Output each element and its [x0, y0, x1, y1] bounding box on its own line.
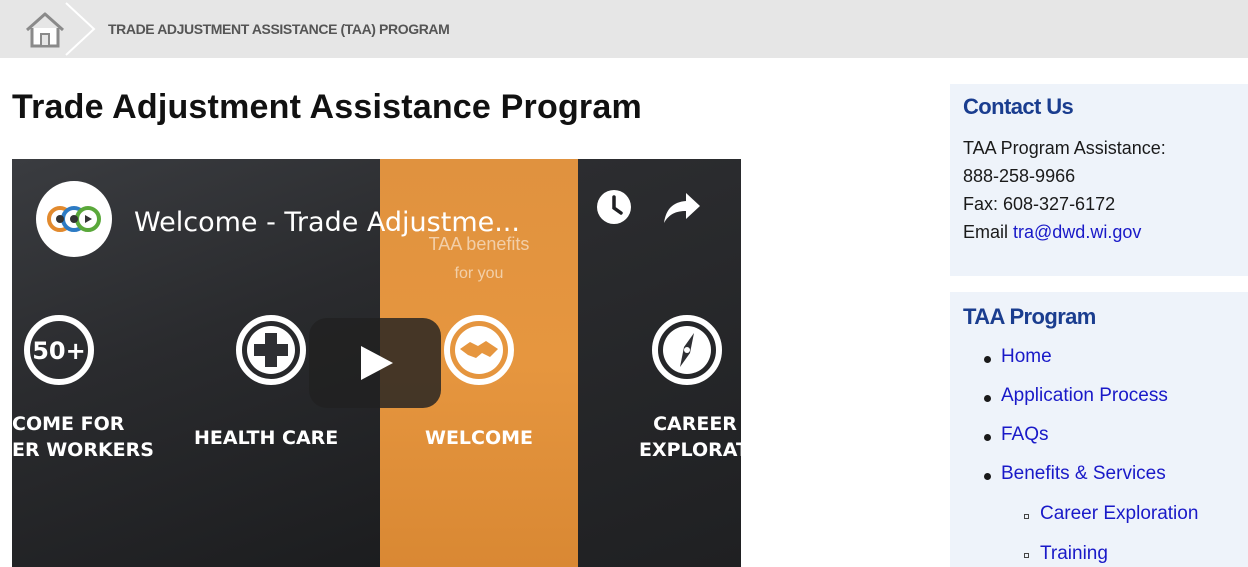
contact-email-prefix: Email	[963, 222, 1014, 242]
tile-label-line: CAREER	[653, 413, 737, 435]
breadcrumb-separator	[65, 2, 96, 56]
nav-faqs-link[interactable]: FAQs	[1001, 424, 1049, 446]
nav-benefits-services-link[interactable]: Benefits & Services	[1001, 463, 1166, 485]
play-icon	[361, 346, 393, 380]
contact-fax: Fax: 608-327-6172	[963, 194, 1116, 214]
fifty-plus-badge: 50+	[32, 337, 86, 365]
play-button[interactable]	[309, 318, 441, 408]
contact-us-heading: Contact Us	[963, 94, 1074, 119]
tile-label-line: COME FOR	[12, 413, 125, 435]
tile-career-exploration-label: CAREER EXPLORATIO	[639, 411, 741, 463]
nav-application-process-link[interactable]: Application Process	[1001, 385, 1168, 407]
share-icon[interactable]	[662, 189, 702, 225]
nav-training-link[interactable]: Training	[1040, 543, 1108, 565]
tile-health-care-label: HEALTH CARE	[194, 427, 339, 449]
nav-career-exploration-link[interactable]: Career Exploration	[1040, 503, 1198, 525]
tile-welcome-label: WELCOME	[425, 427, 534, 449]
nav-bullet	[984, 356, 991, 363]
nav-bullet	[984, 473, 991, 480]
home-link[interactable]	[22, 9, 68, 51]
compass-icon	[652, 315, 722, 385]
tile-older-workers-label: COME FOR ER WORKERS	[12, 411, 154, 463]
nav-bullet	[984, 434, 991, 441]
overlay-line-1: TAA benefits	[428, 234, 530, 254]
nav-sub-bullet	[1024, 514, 1029, 519]
breadcrumb-current: TRADE ADJUSTMENT ASSISTANCE (TAA) PROGRA…	[108, 21, 450, 37]
page-title: Trade Adjustment Assistance Program	[12, 88, 642, 126]
watch-later-icon[interactable]	[594, 187, 634, 227]
contact-phone: 888-258-9966	[963, 166, 1076, 186]
nav-bullet	[984, 395, 991, 402]
fifty-plus-icon: 50+	[24, 315, 94, 385]
channel-logo[interactable]	[36, 181, 112, 257]
nav-home-link[interactable]: Home	[1001, 346, 1052, 368]
nav-sub-bullet	[1024, 553, 1029, 558]
taa-program-nav: TAA Program Home Application Process FAQ…	[950, 292, 1248, 567]
medical-cross-icon	[236, 315, 306, 385]
handshake-icon	[444, 315, 514, 385]
tile-label-line: EXPLORATIO	[639, 439, 741, 461]
contact-email-link[interactable]: tra@dwd.wi.gov	[1013, 222, 1141, 242]
taa-program-heading: TAA Program	[963, 304, 1096, 329]
overlay-line-2: for you	[454, 265, 504, 282]
tile-label-line: ER WORKERS	[12, 439, 154, 461]
contact-email-line: Email tra@dwd.wi.gov	[963, 222, 1141, 243]
contact-us-box: Contact Us TAA Program Assistance: 888-2…	[950, 84, 1248, 276]
breadcrumb: TRADE ADJUSTMENT ASSISTANCE (TAA) PROGRA…	[0, 0, 1248, 58]
channel-logo-icon	[47, 206, 101, 232]
home-icon	[26, 12, 64, 48]
contact-program-assistance: TAA Program Assistance:	[963, 138, 1166, 158]
video-player[interactable]: Welcome - Trade Adjustme... TAA benefits…	[12, 159, 741, 567]
video-overlay-text: TAA benefits for you	[380, 229, 578, 289]
